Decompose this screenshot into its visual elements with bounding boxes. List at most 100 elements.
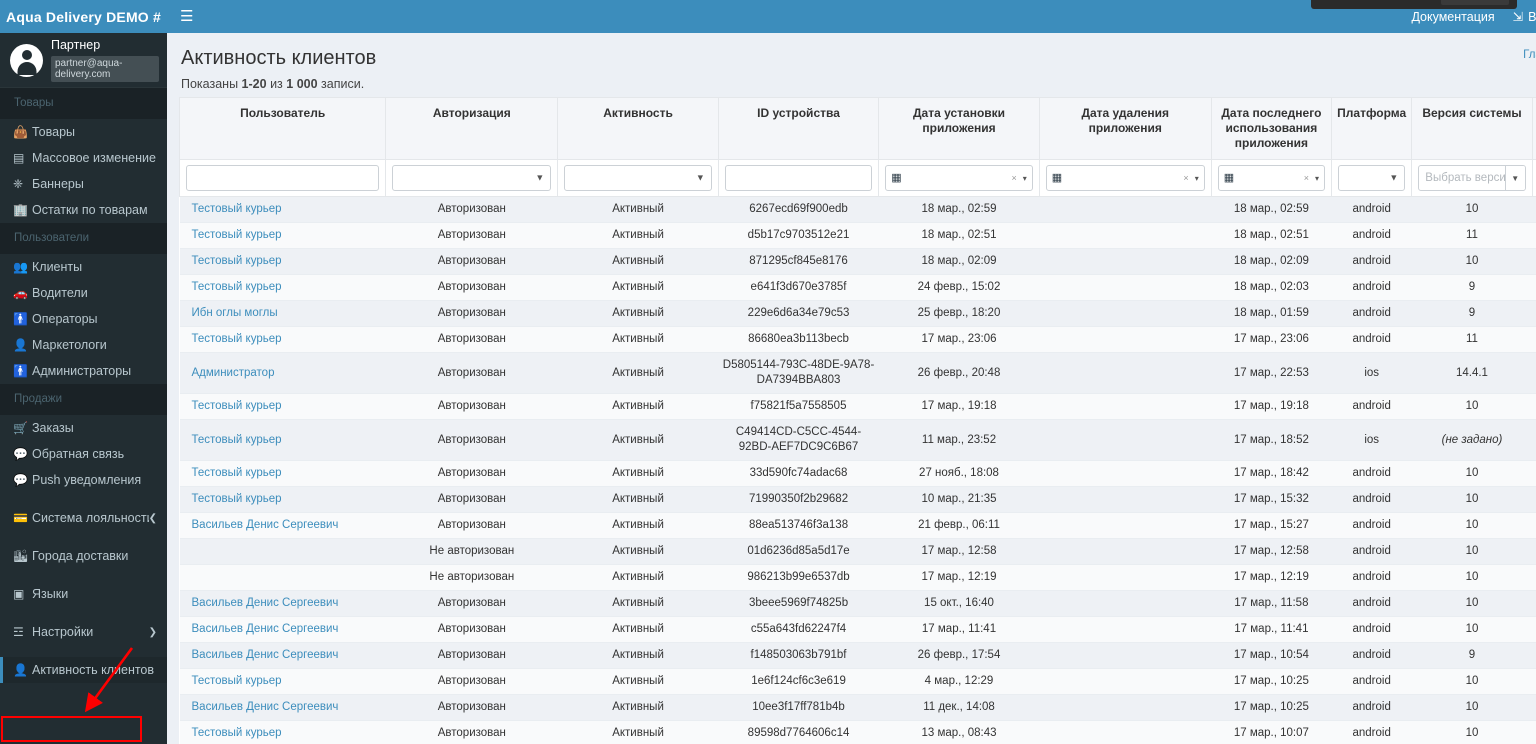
table-row[interactable]: Не авторизован Активный 01d6236d85a5d17e 17…	[179, 538, 1536, 565]
user-link[interactable]: Тестовый курьер	[192, 467, 282, 479]
table-row[interactable]: Тестовый курьер Авторизован Активный 33d590…	[179, 460, 1536, 487]
table-row[interactable]: Тестовый курьер Авторизован Активный 1e6f12…	[179, 668, 1536, 695]
user-link[interactable]: Васильев Денис Сергеевич	[192, 597, 339, 609]
sidebar-item-0-1[interactable]: ▤ Массовое изменение цен	[0, 145, 167, 171]
cell-sysver: 10	[1411, 393, 1533, 420]
user-link[interactable]: Тестовый курьер	[192, 203, 282, 215]
column-header-8[interactable]: Версия системы	[1411, 97, 1533, 160]
main-area: ☰ Документация ⇲ Выйти Партнер Русский ▾…	[167, 0, 1536, 744]
logout-link[interactable]: ⇲ Выйти Партнер	[1513, 9, 1536, 25]
sidebar-standalone-0[interactable]: 💳 Система лояльности ❮	[0, 505, 167, 531]
table-row[interactable]: Ибн оглы моглы Авторизован Активный 229e6d6…	[179, 300, 1536, 327]
user-link[interactable]: Тестовый курьер	[192, 434, 282, 446]
lastuse-date-filter[interactable]: ▦ × ▾	[1217, 165, 1326, 191]
delete-date-filter[interactable]: ▦ × ▾	[1045, 165, 1205, 191]
sidebar-item-1-2[interactable]: 🚹 Операторы	[0, 306, 167, 332]
brand-logo[interactable]: Aqua Delivery DEMO #	[0, 0, 167, 33]
column-header-2[interactable]: Активность	[557, 97, 719, 160]
install-date-filter[interactable]: ▦ × ▾	[885, 165, 1033, 191]
table-row[interactable]: Васильев Денис Сергеевич Авторизован Актив…	[179, 512, 1536, 539]
chevron-down-icon[interactable]: ▾	[1315, 171, 1319, 186]
user-link[interactable]: Тестовый курьер	[192, 255, 282, 267]
table-row[interactable]: Тестовый курьер Авторизован Активный 871295…	[179, 248, 1536, 275]
filter-cell-sysver: Выбрать версию... ▼	[1411, 159, 1533, 197]
column-header-1[interactable]: Авторизация	[385, 97, 559, 160]
column-header-6[interactable]: Дата последнего использования приложения	[1210, 97, 1333, 160]
filter-cell-lastuse-date: ▦ × ▾	[1210, 159, 1333, 197]
user-link[interactable]: Тестовый курьер	[192, 675, 282, 687]
sidebar-item-2-2[interactable]: 💬 Push уведомления	[0, 467, 167, 493]
column-header-7[interactable]: Платформа	[1331, 97, 1413, 160]
column-header-9[interactable]: Версия приложения	[1531, 97, 1536, 160]
table-row[interactable]: Тестовый курьер Авторизован Активный 719903…	[179, 486, 1536, 513]
clear-icon[interactable]: ×	[1304, 171, 1309, 186]
table-row[interactable]: Тестовый курьер Авторизован Активный f75821…	[179, 393, 1536, 420]
user-link[interactable]: Тестовый курьер	[192, 400, 282, 412]
auth-filter-select[interactable]	[392, 165, 552, 191]
sidebar-item-0-3[interactable]: 🏢 Остатки по товарам	[0, 197, 167, 223]
sidebar-item-1-0[interactable]: 👥 Клиенты	[0, 254, 167, 280]
table-row[interactable]: Тестовый курьер Авторизован Активный 6267ec…	[179, 196, 1536, 223]
table-row[interactable]: Тестовый курьер Авторизован Активный 86680e…	[179, 326, 1536, 353]
user-link[interactable]: Тестовый курьер	[192, 229, 282, 241]
chevron-icon[interactable]: ❯	[149, 627, 157, 638]
column-header-4[interactable]: Дата установки приложения	[878, 97, 1040, 160]
chevron-icon[interactable]: ❮	[149, 513, 157, 524]
user-link[interactable]: Васильев Денис Сергеевич	[192, 623, 339, 635]
breadcrumb-home[interactable]: Главная	[1523, 49, 1536, 61]
sidebar-item-0-2[interactable]: ❈ Баннеры	[0, 171, 167, 197]
user-link[interactable]: Васильев Денис Сергеевич	[192, 701, 339, 713]
column-header-5[interactable]: Дата удаления приложения	[1038, 97, 1212, 160]
table-row[interactable]: Тестовый курьер Авторизован Активный 89598d…	[179, 720, 1536, 744]
chevron-down-icon[interactable]: ▾	[1023, 171, 1027, 186]
table-row[interactable]: Васильев Денис Сергеевич Авторизован Актив…	[179, 642, 1536, 669]
user-filter-input[interactable]	[186, 165, 380, 191]
documentation-link[interactable]: Документация	[1411, 10, 1494, 24]
table-row[interactable]: Тестовый курьер Авторизован Активный C49414…	[179, 419, 1536, 461]
table-row[interactable]: Васильев Денис Сергеевич Авторизован Актив…	[179, 616, 1536, 643]
table-row[interactable]: Тестовый курьер Авторизован Активный e641f3…	[179, 274, 1536, 301]
cell-install: 10 мар., 21:35	[878, 486, 1040, 513]
sidebar-standalone-1[interactable]: 🏙 Города доставки	[0, 543, 167, 569]
user-link[interactable]: Васильев Денис Сергеевич	[192, 519, 339, 531]
hamburger-icon[interactable]: ☰	[180, 9, 193, 24]
clear-icon[interactable]: ×	[1183, 171, 1188, 186]
comment-icon: 💬	[13, 473, 28, 487]
sidebar-item-1-1[interactable]: 🚗 Водители	[0, 280, 167, 306]
sidebar-item-0-0[interactable]: 👜 Товары	[0, 119, 167, 145]
sidebar-item-1-4[interactable]: 🚹 Администраторы	[0, 358, 167, 384]
platform-filter-select[interactable]	[1338, 165, 1406, 191]
sidebar-item-2-1[interactable]: 💬 Обратная связь	[0, 441, 167, 467]
user-link[interactable]: Тестовый курьер	[192, 333, 282, 345]
sidebar-item-2-0[interactable]: 🛒 Заказы	[0, 415, 167, 441]
table-row[interactable]: Васильев Денис Сергеевич Авторизован Актив…	[179, 694, 1536, 721]
device-id-filter-input[interactable]	[724, 165, 873, 191]
cell-auth: Не авторизован	[385, 564, 558, 591]
column-header-0[interactable]: Пользователь	[178, 97, 387, 160]
sidebar-standalone-4[interactable]: 👤 Активность клиентов	[0, 657, 167, 683]
column-header-3[interactable]: ID устройства	[717, 97, 880, 160]
table-row[interactable]: Васильев Денис Сергеевич Авторизован Актив…	[179, 590, 1536, 617]
sidebar-standalone-2[interactable]: ▣ Языки	[0, 581, 167, 607]
system-version-filter[interactable]: Выбрать версию... ▼	[1418, 165, 1526, 191]
clear-icon[interactable]: ×	[1011, 171, 1016, 186]
chevron-down-icon[interactable]: ▾	[1195, 171, 1199, 186]
sidebar-standalone-3[interactable]: ☲ Настройки ❯	[0, 619, 167, 645]
user-link[interactable]: Тестовый курьер	[192, 281, 282, 293]
client-activity-table: Пользователь Авторизация Активность ID устр…	[178, 97, 1536, 744]
chevron-down-icon[interactable]: ▼	[1504, 166, 1525, 190]
activity-filter-select[interactable]	[564, 165, 712, 191]
table-row[interactable]: Тестовый курьер Авторизован Активный d5b17c…	[179, 222, 1536, 249]
user-link[interactable]: Васильев Денис Сергеевич	[192, 649, 339, 661]
cell-lastuse: 17 мар., 10:54	[1211, 642, 1332, 669]
cell-activity: Активный	[557, 668, 719, 695]
user-link[interactable]: Администратор	[192, 367, 275, 379]
user-link[interactable]: Ибн оглы моглы	[192, 307, 278, 319]
user-link[interactable]: Тестовый курьер	[192, 493, 282, 505]
sidebar-user-panel[interactable]: Партнер partner@aqua-delivery.com	[0, 33, 167, 88]
cell-activity: Активный	[557, 616, 719, 643]
sidebar-item-1-3[interactable]: 👤 Маркетологи	[0, 332, 167, 358]
user-link[interactable]: Тестовый курьер	[192, 727, 282, 739]
table-row[interactable]: Администратор Авторизован Активный D5805144…	[179, 352, 1536, 394]
table-row[interactable]: Не авторизован Активный 986213b99e6537db 17…	[179, 564, 1536, 591]
